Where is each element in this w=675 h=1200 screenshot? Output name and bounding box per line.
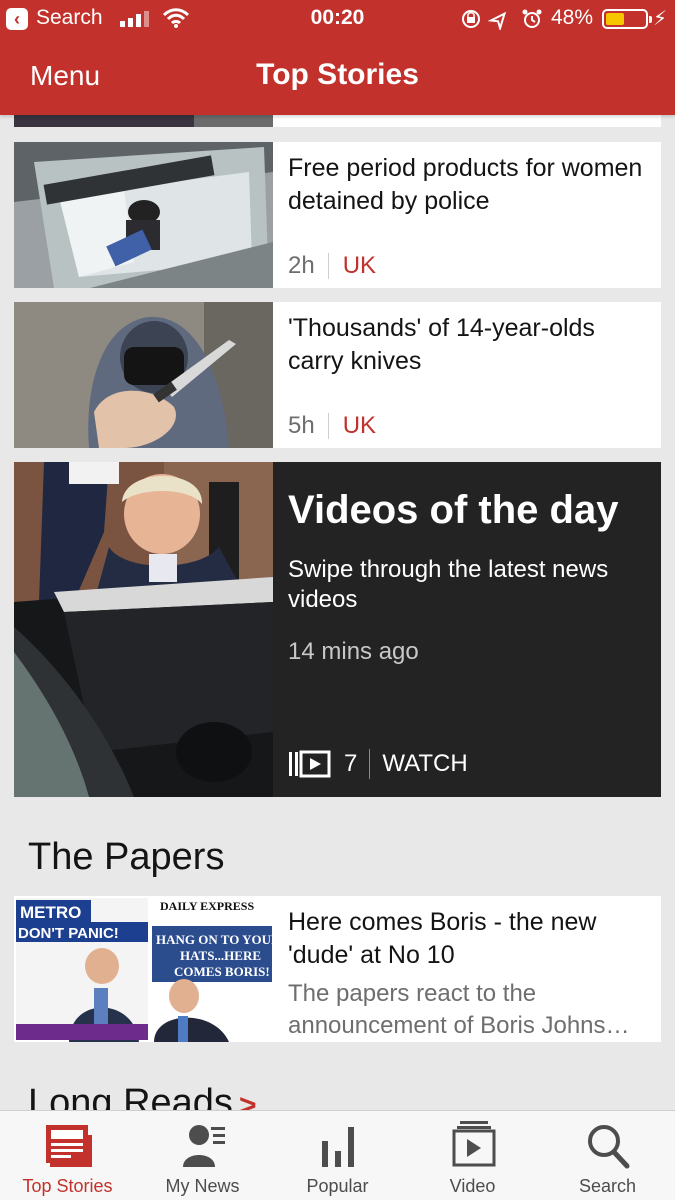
story-thumbnail-cell	[14, 142, 273, 288]
battery-icon	[602, 9, 652, 29]
newspaper-covers-thumbnail: METRO DON'T PANIC! DAILY EXPRESS HANG ON…	[14, 896, 273, 1042]
svg-text:HANG ON TO YOUR: HANG ON TO YOUR	[156, 932, 273, 947]
story-card[interactable]: Free period products for women detained …	[14, 142, 661, 288]
video-count: 7	[344, 750, 358, 777]
magnifier-icon	[587, 1125, 629, 1169]
battery-percent: 48%	[551, 6, 594, 29]
express-masthead: DAILY EXPRESS	[160, 899, 254, 913]
story-card[interactable]: 'Thousands' of 14-year-olds carry knives…	[14, 302, 661, 448]
nav-bar: Menu Top Stories	[0, 38, 675, 115]
story-thumbnail-knife	[14, 302, 273, 448]
papers-headline[interactable]: Here comes Boris - the new 'dude' at No …	[288, 906, 649, 972]
story-section-link[interactable]: UK	[343, 412, 376, 440]
story-age: 2h	[288, 252, 315, 279]
video-stack-icon	[452, 1121, 495, 1167]
section-title-long-reads[interactable]: Long Reads >	[28, 1082, 256, 1110]
papers-summary-line2: announcement of Boris Johns…	[288, 1012, 630, 1039]
meta-divider	[327, 413, 329, 439]
tab-video[interactable]: Video	[405, 1111, 540, 1200]
videos-of-the-day-card[interactable]: Videos of the day Swipe through the late…	[14, 462, 661, 797]
tab-label: Top Stories	[22, 1176, 113, 1196]
story-meta: 2h UK	[288, 252, 376, 280]
svg-text:COMES BORIS!: COMES BORIS!	[174, 964, 270, 979]
person-list-icon	[182, 1125, 225, 1167]
alarm-icon	[522, 9, 542, 28]
watch-button[interactable]: 7 WATCH	[288, 749, 468, 779]
tab-popular[interactable]: Popular	[270, 1111, 405, 1200]
video-stack-icon	[289, 750, 331, 778]
tab-label: Popular	[306, 1176, 369, 1196]
story-meta: 5h UK	[288, 412, 376, 440]
status-system-icons	[462, 9, 542, 30]
metro-masthead: METRO	[20, 903, 81, 922]
story-headline[interactable]: Free period products for women detained …	[288, 152, 649, 218]
story-feed[interactable]: Free period products for women detained …	[0, 0, 675, 1110]
tab-label: My News	[165, 1176, 240, 1196]
location-arrow-icon	[487, 11, 507, 30]
long-reads-label: Long Reads	[28, 1082, 233, 1110]
metro-headline: DON'T PANIC!	[18, 925, 119, 942]
bar-chart-icon	[321, 1127, 354, 1167]
tab-search[interactable]: Search	[540, 1111, 675, 1200]
story-section-link[interactable]: UK	[343, 252, 376, 280]
videos-of-the-day-age: 14 mins ago	[288, 638, 419, 665]
charging-bolt-icon: ⚡	[653, 8, 668, 30]
papers-summary-line1: The papers react to the	[288, 980, 537, 1007]
watch-label: WATCH	[382, 750, 468, 777]
videos-of-the-day-title[interactable]: Videos of the day	[288, 488, 618, 533]
svg-text:HATS...HERE: HATS...HERE	[180, 948, 261, 963]
watch-divider	[369, 749, 371, 779]
tab-label: Video	[449, 1176, 496, 1196]
video-thumbnail	[14, 462, 273, 797]
story-headline[interactable]: 'Thousands' of 14-year-olds carry knives	[288, 312, 649, 378]
orientation-lock-icon	[462, 10, 480, 28]
story-age: 5h	[288, 412, 315, 439]
tab-top-stories[interactable]: Top Stories	[0, 1111, 135, 1200]
page-title: Top Stories	[256, 58, 419, 91]
tab-bar: Top Stories My News Popular Video Search	[0, 1110, 675, 1200]
meta-divider	[327, 253, 329, 279]
tab-my-news[interactable]: My News	[135, 1111, 270, 1200]
videos-of-the-day-subtitle: Swipe through the latest news videos	[288, 556, 609, 613]
chevron-right-icon: >	[238, 1089, 257, 1110]
papers-card[interactable]: METRO DON'T PANIC! DAILY EXPRESS HANG ON…	[14, 896, 661, 1042]
app-header: ‹ Search 00:20 48% ⚡ Menu Top Stories	[0, 0, 675, 115]
tab-label: Search	[578, 1176, 637, 1196]
status-bar: ‹ Search 00:20 48% ⚡	[0, 0, 675, 38]
newspaper-icon	[45, 1125, 92, 1167]
section-title-the-papers[interactable]: The Papers	[28, 836, 224, 879]
